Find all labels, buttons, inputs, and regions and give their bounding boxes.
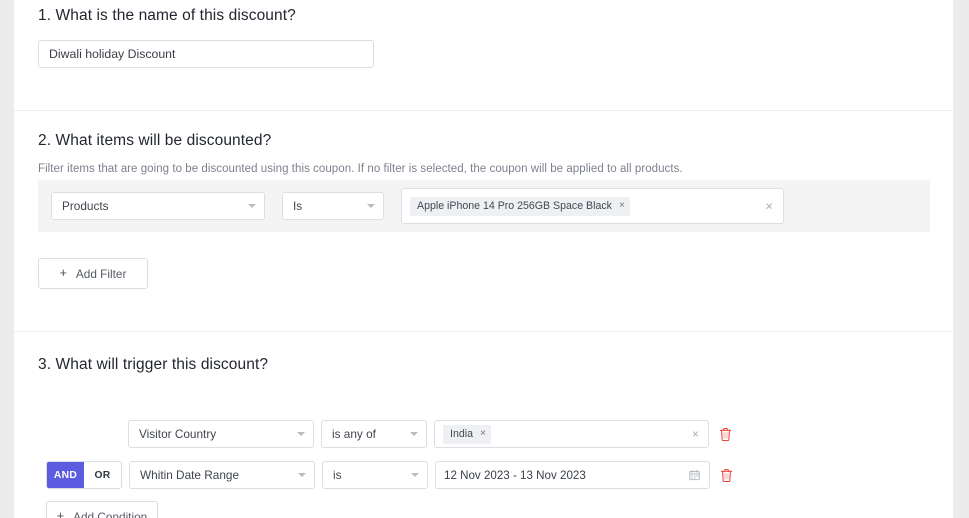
condition-attribute-value: Whitin Date Range: [140, 468, 240, 482]
plus-icon: +: [59, 266, 67, 281]
close-icon[interactable]: ×: [480, 429, 486, 439]
page-title-question-2: 2. What items will be discounted?: [38, 132, 272, 149]
condition-value-field[interactable]: India × ×: [434, 420, 709, 448]
clear-icon[interactable]: ×: [765, 200, 773, 213]
filter-subject-select[interactable]: Products: [51, 192, 265, 220]
filter-operator-value: Is: [293, 199, 303, 213]
chevron-down-icon: [367, 204, 375, 208]
trash-icon[interactable]: [720, 468, 733, 483]
discount-builder-panel: 1. What is the name of this discount? 2.…: [14, 0, 953, 518]
product-token: Apple iPhone 14 Pro 256GB Space Black ×: [410, 196, 630, 216]
clear-icon[interactable]: ×: [692, 428, 699, 440]
section-discount-name: 1. What is the name of this discount?: [14, 0, 953, 110]
add-filter-button[interactable]: + Add Filter: [38, 258, 148, 289]
condition-operator-value: is: [333, 468, 342, 482]
plus-icon: +: [56, 509, 65, 518]
filter-value-field[interactable]: Apple iPhone 14 Pro 256GB Space Black × …: [401, 188, 784, 224]
logic-or-option[interactable]: OR: [84, 462, 121, 488]
condition-attribute-select[interactable]: Whitin Date Range: [129, 461, 315, 489]
condition-row: AND OR Whitin Date Range is 12 Nov 2023 …: [46, 461, 733, 489]
filter-subject-value: Products: [62, 199, 109, 213]
page-title-question-1: 1. What is the name of this discount?: [38, 7, 296, 24]
chevron-down-icon: [248, 204, 256, 208]
country-token-label: India: [450, 428, 473, 440]
filter-row: Products Is Apple iPhone 14 Pro 256GB Sp…: [38, 180, 930, 232]
logic-operator-toggle[interactable]: AND OR: [46, 461, 122, 489]
calendar-icon[interactable]: [689, 469, 700, 481]
chevron-down-icon: [297, 432, 305, 436]
section-discounted-items: 2. What items will be discounted? Filter…: [14, 110, 953, 331]
close-icon[interactable]: ×: [619, 201, 625, 211]
country-token: India ×: [443, 424, 491, 444]
add-condition-button[interactable]: + Add Condition: [46, 501, 158, 518]
date-range-value: 12 Nov 2023 - 13 Nov 2023: [444, 468, 586, 482]
condition-attribute-select[interactable]: Visitor Country: [128, 420, 314, 448]
condition-date-range-field[interactable]: 12 Nov 2023 - 13 Nov 2023: [435, 461, 710, 489]
condition-attribute-value: Visitor Country: [139, 427, 217, 441]
add-filter-label: Add Filter: [75, 266, 127, 281]
condition-row: Visitor Country is any of India × ×: [128, 420, 732, 448]
add-condition-label: Add Condition: [73, 509, 148, 518]
trash-icon[interactable]: [719, 427, 732, 442]
logic-and-option[interactable]: AND: [47, 462, 84, 488]
section-discount-trigger: 3. What will trigger this discount? Visi…: [14, 331, 953, 518]
product-token-label: Apple iPhone 14 Pro 256GB Space Black: [417, 200, 612, 212]
chevron-down-icon: [410, 432, 418, 436]
chevron-down-icon: [298, 473, 306, 477]
condition-operator-select[interactable]: is: [322, 461, 428, 489]
condition-operator-select[interactable]: is any of: [321, 420, 427, 448]
page-title-question-3: 3. What will trigger this discount?: [38, 356, 269, 373]
condition-operator-value: is any of: [332, 427, 376, 441]
items-help-text: Filter items that are going to be discou…: [38, 163, 683, 175]
filter-operator-select[interactable]: Is: [282, 192, 384, 220]
discount-name-input[interactable]: [38, 40, 374, 68]
chevron-down-icon: [411, 473, 419, 477]
